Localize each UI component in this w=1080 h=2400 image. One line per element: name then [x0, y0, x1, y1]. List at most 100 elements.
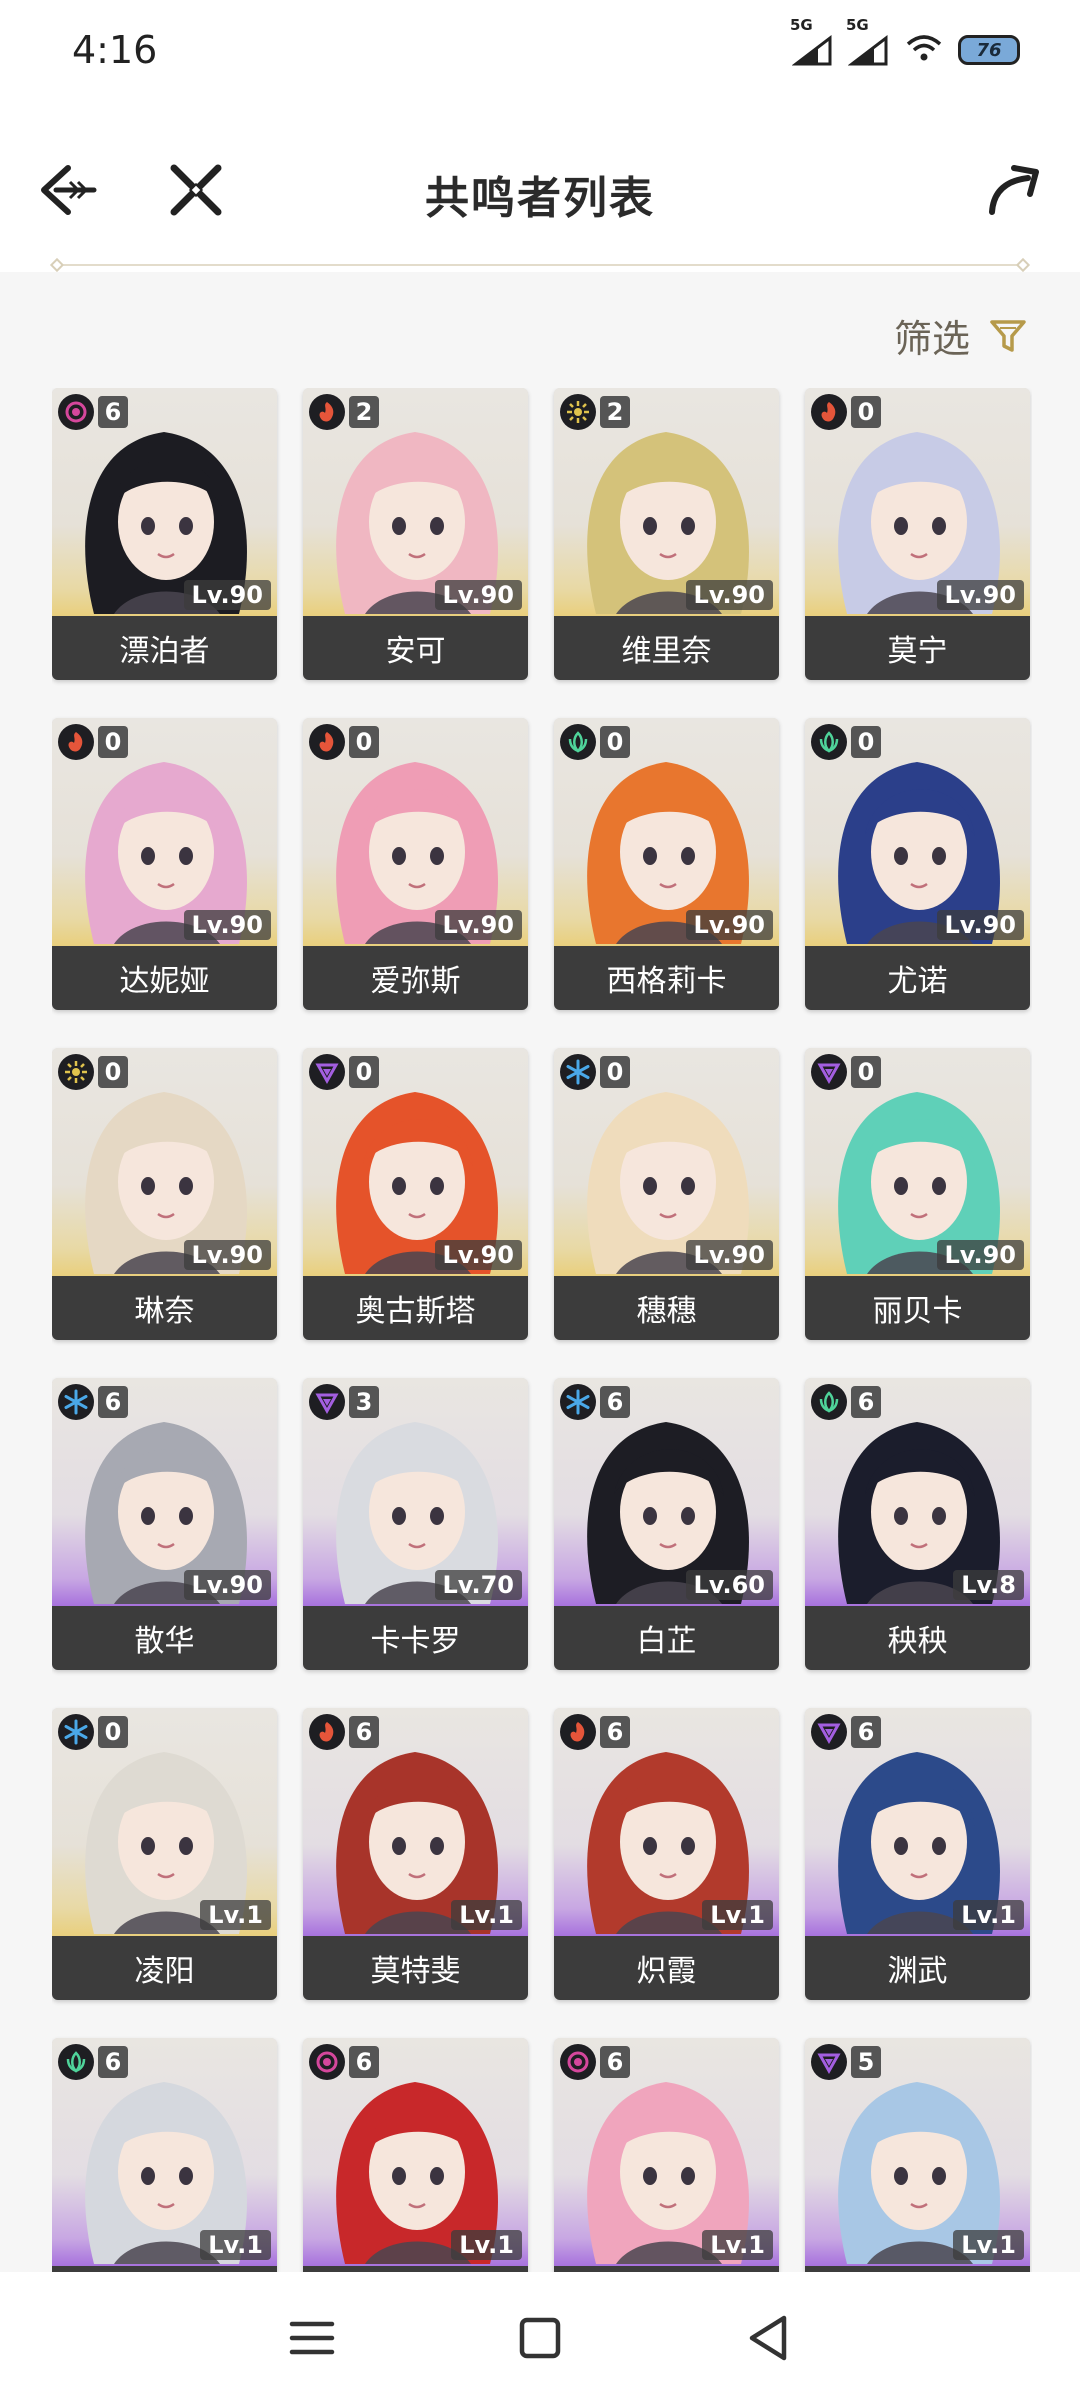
character-badge: 5: [811, 2044, 881, 2080]
character-level: Lv.1: [200, 2230, 271, 2260]
sequence-count: 0: [600, 1056, 630, 1088]
character-card[interactable]: 6 Lv.90 散华: [52, 1378, 277, 1670]
character-badge: 0: [309, 724, 379, 760]
filter-button[interactable]: 筛选: [894, 308, 1028, 363]
home-square-icon[interactable]: [510, 2308, 570, 2368]
character-badge: 3: [309, 1384, 379, 1420]
header-divider: [49, 257, 1031, 273]
page-title: 共鸣者列表: [425, 173, 655, 224]
character-card[interactable]: 6 Lv.1: [554, 2038, 779, 2272]
character-level: Lv.90: [183, 580, 271, 610]
filter-icon: [988, 316, 1028, 356]
signal-2-tag: 5G: [846, 16, 869, 34]
filter-label: 筛选: [893, 317, 970, 361]
character-level: Lv.90: [183, 1570, 271, 1600]
sequence-count: 3: [349, 1386, 379, 1418]
sequence-count: 6: [600, 2046, 630, 2078]
character-card[interactable]: 0 Lv.90 穗穗: [554, 1048, 779, 1340]
fusion-element-icon: [309, 1714, 345, 1750]
character-name: 莫特斐: [303, 1936, 528, 2000]
character-card[interactable]: 2 Lv.90 安可: [303, 388, 528, 680]
system-navbar: [0, 2272, 1080, 2400]
sequence-count: 2: [600, 396, 630, 428]
electro-element-icon: [309, 1384, 345, 1420]
spectro-element-icon: [58, 1054, 94, 1090]
character-badge: 6: [309, 2044, 379, 2080]
sequence-count: 0: [98, 1056, 128, 1088]
character-card[interactable]: 0 Lv.90 达妮娅: [52, 718, 277, 1010]
glacio-element-icon: [58, 1384, 94, 1420]
character-card[interactable]: 0 Lv.90 尤诺: [805, 718, 1030, 1010]
fusion-element-icon: [309, 394, 345, 430]
character-card[interactable]: 0 Lv.90 奥古斯塔: [303, 1048, 528, 1340]
character-card[interactable]: 0 Lv.90 丽贝卡: [805, 1048, 1030, 1340]
character-level: Lv.1: [200, 1900, 271, 1930]
character-level: Lv.90: [685, 910, 773, 940]
spectro-element-icon: [560, 394, 596, 430]
back-triangle-icon[interactable]: [738, 2308, 798, 2368]
character-level: Lv.90: [434, 580, 522, 610]
character-badge: 2: [560, 394, 630, 430]
character-badge: 6: [58, 2044, 128, 2080]
character-name: 渊武: [805, 1936, 1030, 2000]
character-card[interactable]: 6 Lv.60 白芷: [554, 1378, 779, 1670]
aero-element-icon: [811, 724, 847, 760]
character-name: 西格莉卡: [554, 946, 779, 1010]
havoc-element-icon: [309, 2044, 345, 2080]
character-badge: 0: [58, 724, 128, 760]
character-card[interactable]: 0 Lv.90 爱弥斯: [303, 718, 528, 1010]
sequence-count: 2: [349, 396, 379, 428]
character-name: 琳奈: [52, 1276, 277, 1340]
character-badge: 6: [309, 1714, 379, 1750]
character-card[interactable]: 6 Lv.1: [303, 2038, 528, 2272]
battery-icon: 76: [958, 35, 1020, 65]
character-name: 尤诺: [805, 946, 1030, 1010]
character-card[interactable]: 6 Lv.1 炽霞: [554, 1708, 779, 2000]
sequence-count: 0: [851, 1056, 881, 1088]
character-badge: 6: [58, 1384, 128, 1420]
character-name: 维里奈: [554, 616, 779, 680]
character-card[interactable]: 6 Lv.1: [52, 2038, 277, 2272]
share-icon[interactable]: [984, 160, 1044, 220]
havoc-element-icon: [560, 2044, 596, 2080]
sequence-count: 0: [851, 396, 881, 428]
wifi-icon: [904, 32, 944, 68]
sequence-count: 6: [600, 1716, 630, 1748]
character-level: Lv.90: [434, 1240, 522, 1270]
character-level: Lv.90: [685, 1240, 773, 1270]
character-name: 凌阳: [52, 1936, 277, 2000]
sequence-count: 0: [98, 1716, 128, 1748]
character-list-area[interactable]: 筛选 6 Lv.90 漂泊者 2 Lv.90 安可 2 Lv.90 维里奈 0 Lv.90 莫宁 0 Lv…: [0, 272, 1080, 2272]
fusion-element-icon: [309, 724, 345, 760]
fusion-element-icon: [560, 1714, 596, 1750]
character-badge: 0: [560, 1054, 630, 1090]
character-card[interactable]: 3 Lv.70 卡卡罗: [303, 1378, 528, 1670]
character-card[interactable]: 6 Lv.90 漂泊者: [52, 388, 277, 680]
status-bar: 4:16 5G 5G 76: [0, 0, 1080, 100]
character-name: 穗穗: [554, 1276, 779, 1340]
character-level: Lv.1: [953, 2230, 1024, 2260]
sequence-count: 5: [851, 2046, 881, 2078]
sequence-count: 0: [98, 726, 128, 758]
character-badge: 6: [58, 394, 128, 430]
character-card[interactable]: 6 Lv.1 渊武: [805, 1708, 1030, 2000]
character-badge: 0: [811, 1054, 881, 1090]
character-level: Lv.90: [434, 910, 522, 940]
sequence-count: 6: [98, 2046, 128, 2078]
sequence-count: 6: [600, 1386, 630, 1418]
character-name: 秧秧: [805, 1606, 1030, 1670]
character-name: 莫宁: [805, 616, 1030, 680]
sequence-count: 6: [349, 2046, 379, 2078]
character-card[interactable]: 0 Lv.90 西格莉卡: [554, 718, 779, 1010]
character-card[interactable]: 2 Lv.90 维里奈: [554, 388, 779, 680]
character-card[interactable]: 6 Lv.8 秧秧: [805, 1378, 1030, 1670]
character-card[interactable]: 0 Lv.90 莫宁: [805, 388, 1030, 680]
character-card[interactable]: 0 Lv.1 凌阳: [52, 1708, 277, 2000]
character-card[interactable]: 0 Lv.90 琳奈: [52, 1048, 277, 1340]
menu-icon[interactable]: [282, 2308, 342, 2368]
character-name: 卡卡罗: [303, 1606, 528, 1670]
character-level: Lv.70: [434, 1570, 522, 1600]
character-card[interactable]: 6 Lv.1 莫特斐: [303, 1708, 528, 2000]
character-card[interactable]: 5 Lv.1: [805, 2038, 1030, 2272]
electro-element-icon: [811, 1054, 847, 1090]
